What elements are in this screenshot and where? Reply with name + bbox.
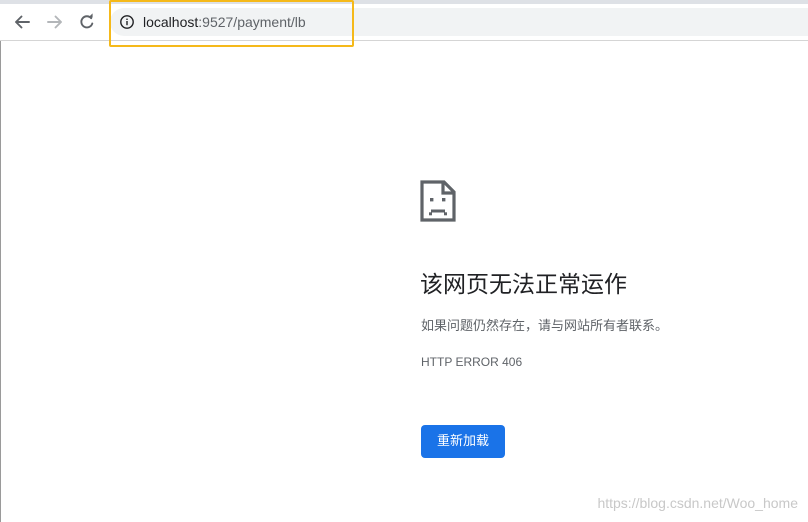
window-edge xyxy=(0,41,1,522)
address-bar[interactable]: localhost:9527/payment/lb xyxy=(110,8,808,36)
watermark: https://blog.csdn.net/Woo_home xyxy=(597,495,798,511)
info-icon[interactable] xyxy=(119,14,135,30)
error-code: HTTP ERROR 406 xyxy=(421,355,523,369)
back-arrow-icon xyxy=(15,15,30,29)
sad-page-icon xyxy=(420,180,456,222)
forward-arrow-icon xyxy=(47,15,62,29)
reload-icon xyxy=(80,13,94,29)
error-description: 如果问题仍然存在，请与网站所有者联系。 xyxy=(421,319,669,334)
reload-button[interactable] xyxy=(73,8,101,36)
forward-button[interactable] xyxy=(41,8,69,36)
url-path: :9527/payment/lb xyxy=(198,14,306,30)
error-title: 该网页无法正常运作 xyxy=(420,272,627,298)
reload-page-button[interactable]: 重新加载 xyxy=(421,425,505,458)
back-button[interactable] xyxy=(8,8,36,36)
url-text[interactable]: localhost:9527/payment/lb xyxy=(143,13,306,31)
browser-toolbar: localhost:9527/payment/lb xyxy=(0,4,808,41)
url-host: localhost xyxy=(143,14,199,30)
